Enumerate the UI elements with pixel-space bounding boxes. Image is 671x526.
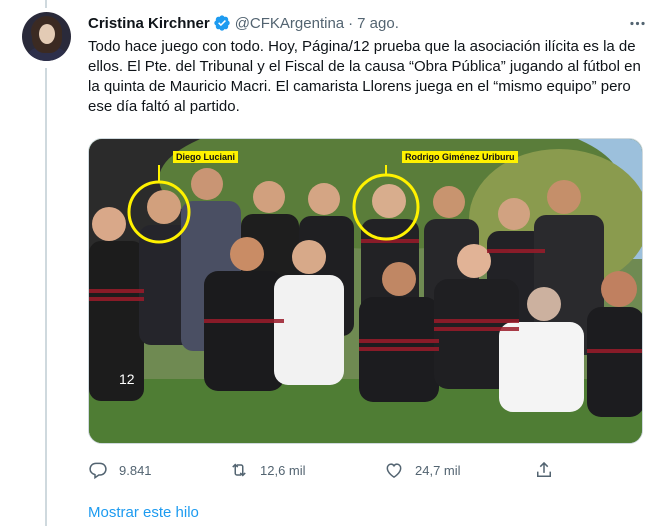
retweet-icon xyxy=(232,463,246,477)
like-button[interactable]: 24,7 mil xyxy=(384,460,461,480)
like-icon xyxy=(386,463,402,478)
show-thread-link[interactable]: Mostrar este hilo xyxy=(88,504,199,521)
avatar-face xyxy=(39,24,55,44)
photo-label-luciani: Diego Luciani xyxy=(173,151,239,163)
share-icon xyxy=(537,461,551,477)
reply-count: 9.841 xyxy=(119,462,152,478)
reply-button[interactable]: 9.841 xyxy=(88,460,152,480)
thread-line xyxy=(45,0,47,8)
share-button[interactable] xyxy=(534,460,565,480)
separator-dot: · xyxy=(348,14,354,32)
tweet[interactable]: Cristina Kirchner @CFKArgentina · 7 ago.… xyxy=(0,0,671,526)
retweet-button[interactable]: 12,6 mil xyxy=(229,460,306,480)
team-photo-illustration: 12 xyxy=(89,139,642,443)
retweet-count: 12,6 mil xyxy=(260,462,306,478)
author-name[interactable]: Cristina Kirchner xyxy=(88,15,210,32)
photo-label-gimenez-uriburu: Rodrigo Giménez Uriburu xyxy=(402,151,518,163)
avatar[interactable] xyxy=(22,12,71,61)
jersey-number: 12 xyxy=(119,371,135,387)
tweet-photo[interactable]: 12 Diego Luciani Rodrigo Giménez Uriburu xyxy=(88,138,643,444)
author-handle[interactable]: @CFKArgentina xyxy=(235,15,344,32)
tweet-text: Todo hace juego con todo. Hoy, Página/12… xyxy=(88,38,641,115)
more-icon[interactable] xyxy=(625,12,649,34)
tweet-header: Cristina Kirchner @CFKArgentina · 7 ago. xyxy=(88,12,399,34)
like-count: 24,7 mil xyxy=(415,462,461,478)
tweet-actions: 9.841 12,6 mil 24,7 mil xyxy=(88,455,568,485)
thread-connector-line xyxy=(45,68,47,526)
reply-icon xyxy=(89,462,107,480)
verified-badge-icon xyxy=(214,15,230,31)
tweet-time[interactable]: 7 ago. xyxy=(357,15,399,32)
